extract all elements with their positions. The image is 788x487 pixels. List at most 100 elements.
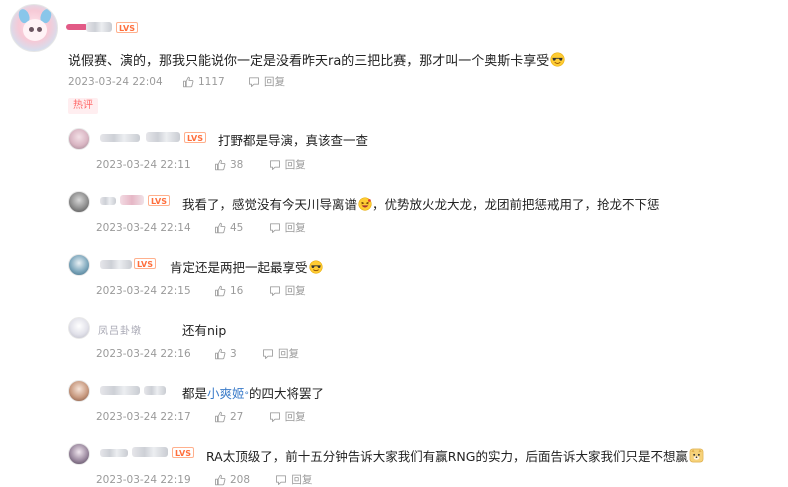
reply-meta: 2023-03-24 22:16 3 回复: [96, 346, 299, 361]
reply-icon: [269, 159, 281, 171]
reply-label: 回复: [264, 76, 286, 88]
like-button[interactable]: 208: [214, 474, 250, 486]
username-blurred[interactable]: [100, 134, 140, 142]
reply-icon: [248, 76, 260, 88]
user-avatar[interactable]: [10, 4, 58, 52]
reply-time: 2023-03-24 22:17: [96, 410, 191, 423]
like-button[interactable]: 1117: [182, 76, 225, 88]
like-count: 208: [229, 473, 251, 486]
reply-button[interactable]: 回复: [269, 409, 306, 424]
username-blurred[interactable]: [146, 132, 180, 142]
reply-text-part: 的四大将罢了: [249, 386, 325, 401]
reply-time: 2023-03-24 22:11: [96, 158, 191, 171]
reply-label: 回复: [278, 348, 299, 360]
reply-button[interactable]: 回复: [269, 157, 306, 172]
reply-icon: [269, 285, 281, 297]
like-button[interactable]: 38: [214, 159, 243, 171]
reply-icon: [269, 411, 281, 423]
reply-text-content: RA太顶级了，前十五分钟告诉大家我们有赢RNG的实力，后面告诉大家我们只是不想赢: [206, 449, 688, 464]
reply-avatar[interactable]: [68, 380, 90, 402]
thumb-up-icon: [214, 411, 226, 423]
thumb-up-icon: [214, 348, 226, 360]
username-blurred[interactable]: [100, 260, 132, 269]
laugh-emoji-icon: [358, 197, 372, 211]
reply-text: 肯定还是两把一起最享受: [170, 257, 323, 276]
reply-meta: 2023-03-24 22:15 16 回复: [96, 283, 306, 298]
reply-text: RA太顶级了，前十五分钟告诉大家我们有赢RNG的实力，后面告诉大家我们只是不想赢: [206, 446, 704, 465]
reply-text-part: 我看了，感觉没有今天川导离谱: [182, 197, 358, 212]
reply-button[interactable]: 回复: [262, 346, 299, 361]
reply-label: 回复: [284, 285, 306, 297]
thumb-up-icon: [214, 159, 226, 171]
reply-label: 回复: [284, 411, 306, 423]
username-blurred[interactable]: [86, 22, 112, 32]
username-blurred[interactable]: [132, 447, 168, 457]
like-button[interactable]: 16: [214, 285, 243, 297]
comment-time: 2023-03-24 22:04: [68, 75, 163, 88]
like-button[interactable]: 27: [214, 411, 243, 423]
thumb-up-icon: [214, 474, 226, 486]
reply-avatar[interactable]: [68, 254, 90, 276]
like-count: 45: [229, 221, 244, 234]
thumb-up-icon: [214, 285, 226, 297]
username-blurred[interactable]: [100, 449, 128, 457]
like-count: 16: [229, 284, 244, 297]
like-count: 27: [229, 410, 244, 423]
level-badge: LVS: [134, 258, 156, 269]
username-blurred[interactable]: [144, 386, 166, 395]
like-count: 1117: [197, 75, 225, 88]
reply-time: 2023-03-24 22:19: [96, 473, 191, 486]
reply-time: 2023-03-24 22:16: [96, 347, 191, 360]
reply-icon: [275, 474, 287, 486]
doge-emoji-icon: [689, 448, 704, 463]
reply-avatar[interactable]: [68, 443, 90, 465]
reply-label: 回复: [291, 474, 313, 486]
hot-comment-tag: 热评: [68, 98, 98, 114]
reply-icon: [262, 348, 274, 360]
reply-meta: 2023-03-24 22:11 38 回复: [96, 157, 306, 172]
thumb-up-icon: [182, 76, 194, 88]
reply-label: 回复: [284, 222, 306, 234]
comment-text-content: 说假赛、演的，那我只能说你一定是没看昨天ra的三把比赛，那才叫一个奥斯卡享受: [68, 54, 550, 69]
username-blurred[interactable]: [100, 386, 140, 395]
reply-button[interactable]: 回复: [269, 283, 306, 298]
reply-avatar[interactable]: [68, 317, 90, 339]
reply-button[interactable]: 回复: [269, 220, 306, 235]
reply-text-part: 都是: [182, 386, 208, 401]
thumb-up-icon: [214, 222, 226, 234]
reply-icon: [269, 222, 281, 234]
username-blurred[interactable]: [120, 195, 144, 205]
reply-meta: 2023-03-24 22:17 27 回复: [96, 409, 306, 424]
username-blurred[interactable]: [66, 24, 88, 30]
reply-time: 2023-03-24 22:15: [96, 284, 191, 297]
reply-text: 还有nip: [182, 323, 227, 338]
reply-text: 我看了，感觉没有今天川导离谱 ，优势放火龙大龙，龙团前把惩戒用了，抢龙不下惩: [182, 194, 660, 213]
reply-avatar[interactable]: [68, 191, 90, 213]
username[interactable]: 凤吕卦墩: [98, 322, 142, 337]
like-count: 38: [229, 158, 244, 171]
username-blurred[interactable]: [100, 197, 116, 205]
reply-button[interactable]: 回复: [248, 74, 285, 89]
comment-meta: 2023-03-24 22:04 1117 回复: [68, 74, 285, 89]
level-badge: LVS: [172, 447, 194, 458]
level-badge: LVS: [184, 132, 206, 143]
reply-text-content: 肯定还是两把一起最享受: [170, 260, 308, 275]
reply-text: 打野都是导演，真该查一查: [218, 133, 369, 148]
level-badge: LVS: [148, 195, 170, 206]
reply-time: 2023-03-24 22:14: [96, 221, 191, 234]
reply-meta: 2023-03-24 22:19 208 回复: [96, 472, 312, 487]
sunglasses-emoji-icon: [309, 260, 323, 274]
sunglasses-emoji-icon: [550, 52, 565, 67]
like-button[interactable]: 45: [214, 222, 243, 234]
reply-avatar[interactable]: [68, 128, 90, 150]
reply-label: 回复: [284, 159, 306, 171]
reply-text: 都是小爽姬°的四大将罢了: [182, 383, 324, 402]
level-badge: LVS: [116, 22, 138, 33]
mention-link[interactable]: 小爽姬: [207, 386, 245, 401]
reply-text-part: ，优势放火龙大龙，龙团前把惩戒用了，抢龙不下惩: [372, 197, 660, 212]
like-button[interactable]: 3: [214, 348, 237, 360]
reply-meta: 2023-03-24 22:14 45 回复: [96, 220, 306, 235]
reply-button[interactable]: 回复: [275, 472, 312, 487]
comment-text: 说假赛、演的，那我只能说你一定是没看昨天ra的三把比赛，那才叫一个奥斯卡享受: [68, 50, 565, 69]
like-count: 3: [229, 347, 237, 360]
